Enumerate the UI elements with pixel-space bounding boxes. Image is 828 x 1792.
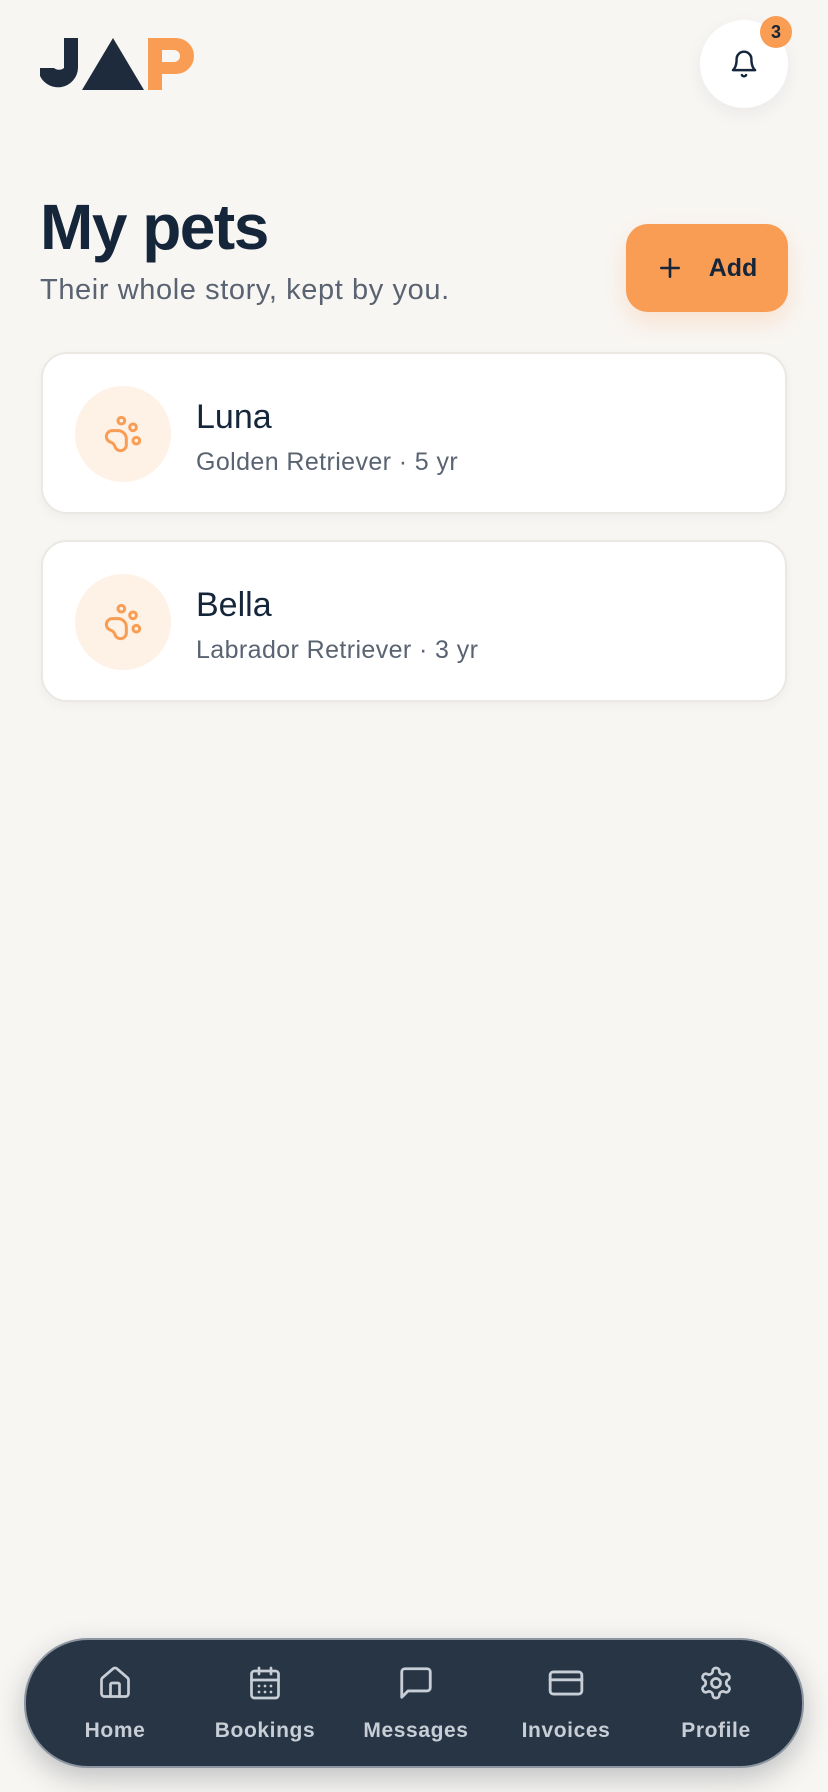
- nav-label: Profile: [681, 1719, 751, 1742]
- brand-logo[interactable]: [40, 38, 206, 90]
- pet-avatar: [75, 574, 171, 670]
- nav-item-profile[interactable]: Profile: [641, 1640, 791, 1766]
- gear-icon: [698, 1663, 734, 1703]
- paw-icon: [104, 415, 142, 453]
- bell-icon: [731, 50, 757, 78]
- nav-label: Bookings: [214, 1719, 316, 1742]
- logo-graphic: [40, 38, 194, 90]
- page-title: My pets: [40, 191, 269, 263]
- paw-icon: [104, 603, 142, 641]
- nav-item-messages[interactable]: Messages: [341, 1640, 491, 1766]
- pets-screen: 3 My pets Their whole story, kept by you…: [0, 0, 828, 1792]
- home-icon: [97, 1663, 133, 1703]
- pet-name: Luna: [196, 398, 272, 436]
- bottom-nav: Home Bookings Messages Invoices Profile: [24, 1638, 804, 1768]
- pet-avatar: [75, 386, 171, 482]
- pet-card-luna[interactable]: Luna Golden Retriever · 5 yr: [41, 352, 787, 514]
- pet-details: Golden Retriever · 5 yr: [196, 448, 459, 476]
- message-icon: [397, 1663, 435, 1703]
- pet-name: Bella: [196, 586, 272, 624]
- pet-details: Labrador Retriever · 3 yr: [196, 636, 479, 664]
- add-pet-button[interactable]: Add: [626, 224, 788, 312]
- card-icon: [547, 1663, 585, 1703]
- nav-label: Invoices: [521, 1719, 611, 1742]
- nav-label: Messages: [363, 1719, 469, 1742]
- page-subtitle: Their whole story, kept by you.: [40, 274, 450, 306]
- calendar-icon: [247, 1663, 283, 1703]
- nav-item-invoices[interactable]: Invoices: [491, 1640, 641, 1766]
- nav-label: Home: [84, 1719, 146, 1742]
- nav-item-bookings[interactable]: Bookings: [190, 1640, 340, 1766]
- plus-icon: [657, 255, 683, 281]
- add-button-label: Add: [708, 253, 758, 282]
- notification-badge: 3: [760, 16, 792, 48]
- pet-card-bella[interactable]: Bella Labrador Retriever · 3 yr: [41, 540, 787, 702]
- nav-item-home[interactable]: Home: [40, 1640, 190, 1766]
